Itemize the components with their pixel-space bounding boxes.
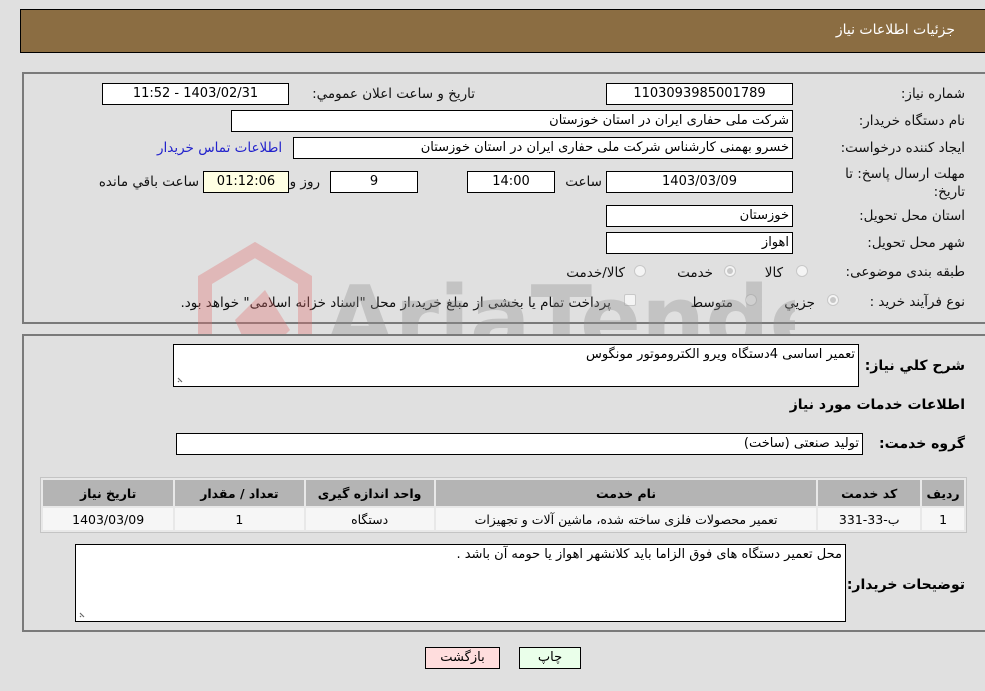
col-row-number: ردیف [922,480,964,506]
category-radio-goods-service[interactable] [634,265,646,277]
announce-label: تاریخ و ساعت اعلان عمومي: [312,86,475,102]
announce-datetime-field[interactable]: 1403/02/31 - 11:52 [102,83,289,105]
creator-field[interactable]: خسرو بهمنی کارشناس شرکت ملی حفاری ایران … [293,137,793,159]
province-label: استان محل تحویل: [859,208,965,224]
cell-service-name: تعمیر محصولات فلزی ساخته شده، ماشین آلات… [435,508,817,530]
process-radio-medium[interactable] [745,294,757,306]
city-field[interactable]: اهواز [606,232,793,254]
page-title: جزئیات اطلاعات نیاز [835,22,955,38]
cell-service-code: ب-33-331 [818,508,921,530]
col-service-code: کد خدمت [818,480,921,506]
need-number-label: شماره نیاز: [900,86,965,102]
buyer-notes-text: محل تعمیر دستگاه های فوق الزاما باید کلا… [456,547,842,562]
category-radio-goods[interactable] [796,265,808,277]
province-field[interactable]: خوزستان [606,205,793,227]
city-label: شهر محل تحویل: [867,235,965,251]
buyer-contact-link[interactable]: اطلاعات تماس خریدار [157,140,282,156]
services-section-title: اطلاعات خدمات مورد نیاز [789,397,965,413]
cell-need-date: 1403/03/09 [43,508,174,530]
deadline-time-field[interactable]: 14:00 [467,171,555,193]
resize-handle-icon[interactable] [79,610,87,618]
treasury-payment-checkbox[interactable] [624,294,636,306]
cell-quantity: 1 [175,508,304,530]
category-option-goods: کالا [764,265,783,281]
deadline-time-label: ساعت [565,174,602,190]
deadline-date-field[interactable]: 1403/03/09 [606,171,793,193]
category-option-goods-service: کالا/خدمت [566,265,625,281]
table-header-row: ردیف کد خدمت نام خدمت واحد اندازه گیری ت… [43,480,964,506]
process-label: نوع فرآیند خرید : [869,294,965,310]
description-text: تعمیر اساسی 4دستگاه ویرو الکتروموتور مون… [585,347,855,362]
col-need-date: تاریخ نیاز [43,480,174,506]
days-remaining-field[interactable]: 9 [330,171,418,193]
back-button[interactable]: بازگشت [425,647,500,669]
buyer-notes-textarea[interactable]: محل تعمیر دستگاه های فوق الزاما باید کلا… [75,544,846,622]
service-group-label: گروه خدمت: [879,436,965,452]
col-unit: واحد اندازه گیری [305,480,434,506]
process-option-minor: جزیي [784,295,815,311]
resize-handle-icon[interactable] [177,375,185,383]
cell-row-number: 1 [922,508,964,530]
days-label: روز و [289,174,320,190]
category-option-service: خدمت [677,265,713,281]
col-service-name: نام خدمت [435,480,817,506]
description-textarea[interactable]: تعمیر اساسی 4دستگاه ویرو الکتروموتور مون… [173,344,859,387]
service-group-field[interactable]: تولید صنعتی (ساخت) [176,433,863,455]
remaining-time-field[interactable]: 01:12:06 [203,171,289,193]
need-number-field[interactable]: 1103093985001789 [606,83,793,105]
process-option-medium: متوسط [690,295,733,311]
category-radio-service[interactable] [724,265,736,277]
buyer-org-field[interactable]: شرکت ملی حفاری ایران در استان خوزستان [231,110,793,132]
creator-label: ایجاد کننده درخواست: [840,140,965,156]
print-button[interactable]: چاپ [519,647,581,669]
page-header: جزئیات اطلاعات نیاز [20,9,985,53]
cell-unit: دستگاه [305,508,434,530]
table-row: 1 ب-33-331 تعمیر محصولات فلزی ساخته شده،… [43,508,964,530]
description-label: شرح كلي نياز: [864,358,965,374]
treasury-payment-note: پرداخت تمام یا بخشی از مبلغ خرید،از محل … [180,295,611,311]
deadline-label: مهلت ارسال پاسخ: تا تاریخ: [845,166,965,200]
process-radio-minor[interactable] [827,294,839,306]
category-label: طبقه بندی موضوعی: [845,264,965,280]
col-quantity: تعداد / مقدار [175,480,304,506]
buyer-notes-label: توضیحات خریدار: [846,577,965,593]
remaining-label: ساعت باقي مانده [98,174,199,190]
buyer-org-label: نام دستگاه خریدار: [858,113,965,129]
services-table: ردیف کد خدمت نام خدمت واحد اندازه گیری ت… [40,477,967,533]
